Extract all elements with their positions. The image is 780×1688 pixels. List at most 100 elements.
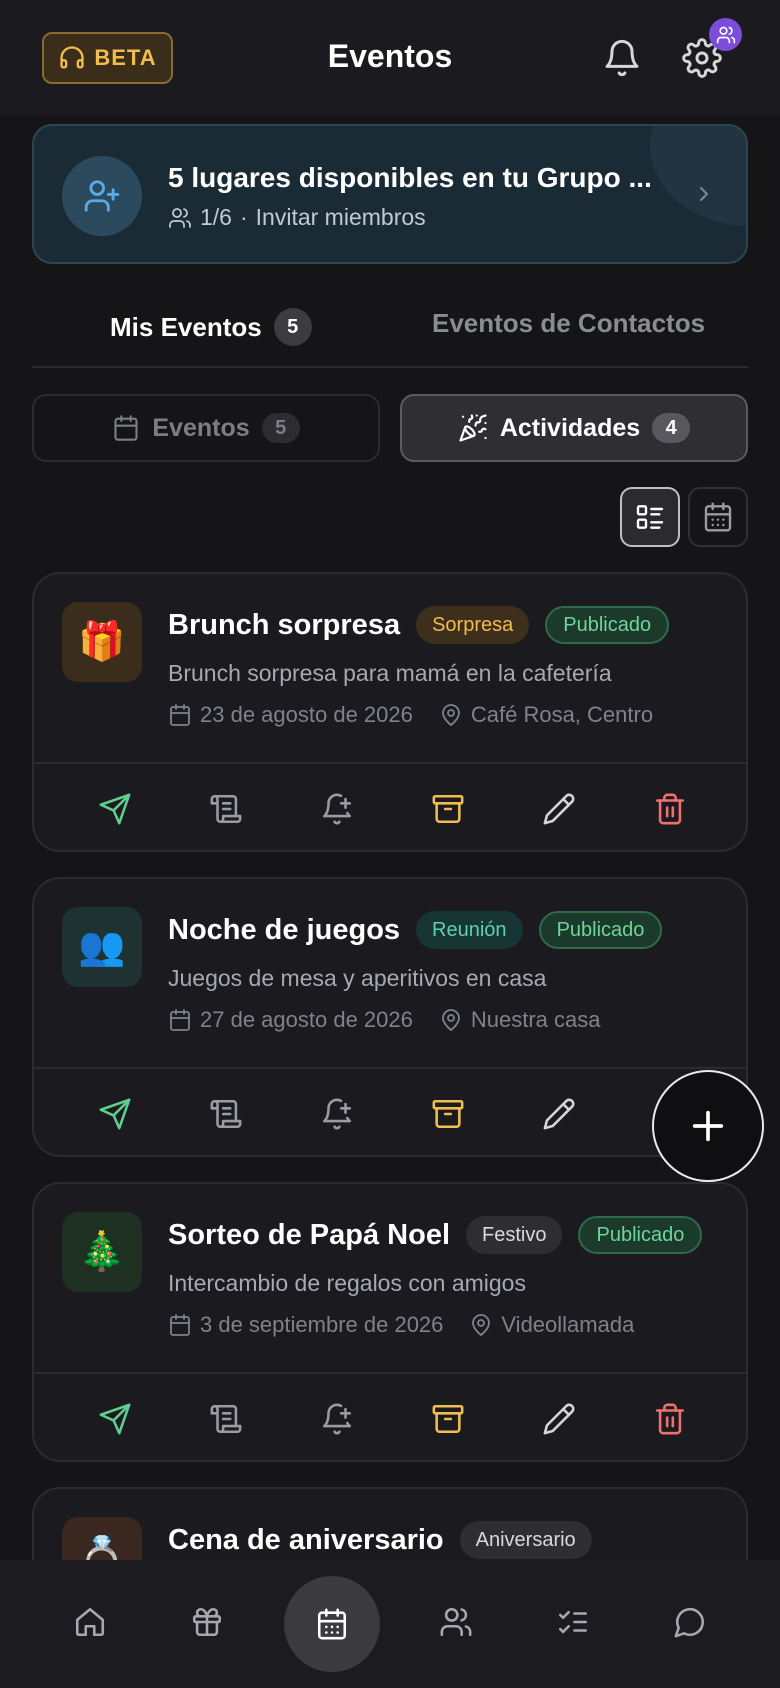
delete-button[interactable] [649, 788, 691, 830]
banner-title: 5 lugares disponibles en tu Grupo ... [168, 162, 652, 193]
event-emoji: 👥 [62, 907, 142, 987]
reminder-button[interactable] [316, 1398, 358, 1440]
nav-tasks[interactable] [553, 1602, 593, 1642]
bottom-navigation [0, 1560, 780, 1688]
reminder-button[interactable] [316, 1093, 358, 1135]
pencil-icon [542, 1097, 576, 1131]
tab-my-events[interactable]: Mis Eventos 5 [110, 308, 312, 346]
plus-icon [688, 1106, 728, 1146]
event-title-row: Brunch sorpresa Sorpresa Publicado [168, 606, 670, 644]
home-icon [73, 1605, 107, 1639]
user-plus-icon [83, 177, 121, 215]
event-name: Cena de aniversario [168, 1523, 444, 1556]
segment-count: 5 [261, 413, 300, 443]
script-button[interactable] [205, 788, 247, 830]
banner-avatar [62, 156, 142, 236]
nav-home[interactable] [70, 1602, 110, 1642]
page-title: Eventos [327, 38, 453, 74]
archive-button[interactable] [427, 788, 469, 830]
archive-icon [431, 792, 465, 826]
location-label: Videollamada [501, 1312, 635, 1337]
card-actions [34, 1069, 746, 1155]
status-badge: Publicado [545, 606, 670, 644]
event-title-row: Cena de aniversario Aniversario [168, 1521, 592, 1559]
send-button[interactable] [94, 1093, 136, 1135]
event-description: Intercambio de regalos con amigos [168, 1270, 526, 1296]
event-title-row: Noche de juegos Reunión Publicado [168, 911, 663, 949]
group-badge [709, 18, 742, 51]
edit-button[interactable] [538, 1093, 580, 1135]
edit-button[interactable] [538, 788, 580, 830]
segment-events[interactable]: Eventos 5 [32, 394, 380, 462]
event-location: Videollamada [469, 1312, 634, 1338]
list-view-toggle[interactable] [620, 487, 680, 547]
event-date: 3 de septiembre de 2026 [200, 1312, 444, 1337]
segment-count: 4 [652, 413, 691, 443]
group-invite-banner[interactable]: 5 lugares disponibles en tu Grupo ... 1/… [32, 124, 748, 264]
separator: · [239, 204, 248, 230]
segment-label: Eventos [152, 413, 250, 442]
party-popper-icon [458, 413, 488, 443]
category-tag: Festivo [466, 1216, 563, 1254]
calendar-view-toggle[interactable] [688, 487, 748, 547]
users-icon [168, 206, 192, 230]
tab-label: Mis Eventos [110, 311, 262, 342]
card-actions [34, 764, 746, 850]
banner-subtitle: 1/6 · Invitar miembros [168, 204, 426, 231]
users-icon [716, 25, 736, 45]
nav-gifts[interactable] [187, 1602, 227, 1642]
segment-activities[interactable]: Actividades 4 [400, 394, 748, 462]
archive-icon [431, 1097, 465, 1131]
event-location: Nuestra casa [439, 1007, 601, 1033]
archive-button[interactable] [427, 1398, 469, 1440]
send-icon [98, 792, 132, 826]
scroll-icon [209, 1402, 243, 1436]
delete-button[interactable] [649, 1398, 691, 1440]
chevron-right-icon [692, 182, 716, 206]
reminder-button[interactable] [316, 788, 358, 830]
notifications-button[interactable] [602, 38, 642, 78]
event-card[interactable]: 🎄 Sorteo de Papá Noel Festivo Publicado … [32, 1182, 748, 1462]
location-label: Café Rosa, Centro [470, 702, 654, 727]
event-description: Juegos de mesa y aperitivos en casa [168, 965, 547, 991]
event-tabs: Mis Eventos 5 Eventos de Contactos [32, 304, 748, 368]
bell-plus-icon [320, 1097, 354, 1131]
event-emoji: 🎄 [62, 1212, 142, 1292]
send-button[interactable] [94, 788, 136, 830]
map-pin-icon [469, 1313, 493, 1337]
tab-label: Eventos de Contactos [432, 308, 706, 338]
event-name: Sorteo de Papá Noel [168, 1218, 451, 1251]
event-meta: 27 de agosto de 2026 Nuestra casa [168, 1007, 600, 1033]
event-title-row: Sorteo de Papá Noel Festivo Publicado [168, 1216, 703, 1254]
invite-members-link[interactable]: Invitar miembros [256, 204, 426, 231]
location-label: Nuestra casa [470, 1007, 601, 1032]
scroll-icon [209, 792, 243, 826]
calendar-icon [168, 1313, 192, 1337]
script-button[interactable] [205, 1398, 247, 1440]
nav-contacts[interactable] [436, 1602, 476, 1642]
category-tag: Sorpresa [416, 606, 530, 644]
event-card[interactable]: 🎁 Brunch sorpresa Sorpresa Publicado Bru… [32, 572, 748, 852]
tab-contacts-events[interactable]: Eventos de Contactos [432, 308, 705, 339]
event-location: Café Rosa, Centro [439, 702, 653, 728]
add-event-button[interactable] [652, 1070, 764, 1182]
nav-chat[interactable] [670, 1602, 710, 1642]
map-pin-icon [439, 1008, 463, 1032]
bell-plus-icon [320, 792, 354, 826]
archive-button[interactable] [427, 1093, 469, 1135]
nav-events[interactable] [284, 1576, 380, 1672]
app-header: BETA Eventos [0, 0, 780, 116]
edit-button[interactable] [538, 1398, 580, 1440]
script-button[interactable] [205, 1093, 247, 1135]
card-actions [34, 1374, 746, 1460]
list-view-icon [634, 501, 666, 533]
event-card[interactable]: 👥 Noche de juegos Reunión Publicado Jueg… [32, 877, 748, 1157]
event-name: Brunch sorpresa [168, 608, 401, 641]
status-badge: Publicado [578, 1216, 703, 1254]
pencil-icon [542, 792, 576, 826]
event-date: 23 de agosto de 2026 [200, 702, 413, 727]
send-icon [98, 1097, 132, 1131]
map-pin-icon [439, 703, 463, 727]
gift-icon [190, 1605, 224, 1639]
send-button[interactable] [94, 1398, 136, 1440]
